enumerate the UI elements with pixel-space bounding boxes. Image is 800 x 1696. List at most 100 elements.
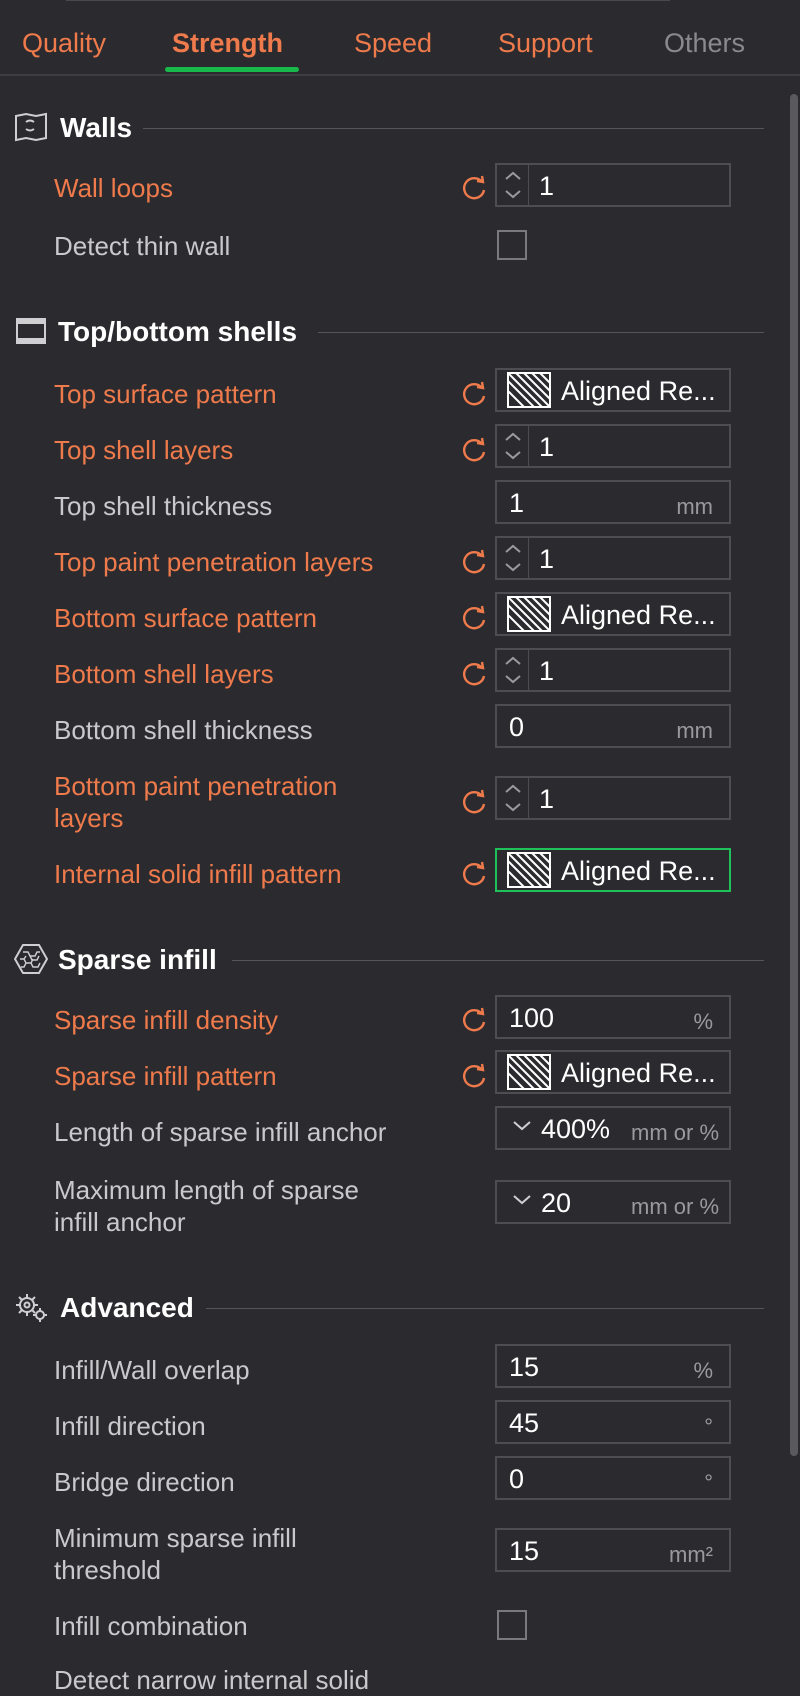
reset-icon[interactable] [458, 786, 490, 818]
field-value: 100 [509, 1003, 555, 1033]
field-value: 15 [509, 1536, 540, 1566]
field-unit: ° [704, 1470, 713, 1495]
internal-solid-infill-pattern-select[interactable]: Aligned Re... [495, 848, 731, 892]
field-value: 1 [539, 656, 555, 686]
setting-label-line2: threshold [54, 1555, 161, 1585]
top-paint-penetration-input[interactable]: 1 [495, 536, 731, 580]
field-value: 20 [541, 1188, 572, 1218]
tab-speed[interactable]: Speed [354, 28, 432, 59]
field-unit: mm or % [631, 1120, 719, 1145]
section-divider [206, 1308, 764, 1309]
setting-label: Infill direction [54, 1411, 206, 1441]
bottom-shell-thickness-input[interactable]: 0 mm [495, 704, 731, 748]
setting-label: Infill combination [54, 1611, 248, 1641]
setting-label: Top paint penetration layers [54, 547, 374, 577]
reset-icon[interactable] [458, 172, 490, 204]
reset-icon[interactable] [458, 434, 490, 466]
section-divider [318, 332, 764, 333]
field-unit: % [693, 1358, 713, 1383]
spin-arrows-icon[interactable] [497, 538, 529, 578]
field-unit: mm or % [631, 1194, 719, 1219]
infill-direction-input[interactable]: 45 ° [495, 1400, 731, 1444]
chevron-down-icon[interactable] [511, 1114, 533, 1136]
field-value: 400% [541, 1114, 611, 1144]
top-surface-pattern-select[interactable]: Aligned Re... [495, 368, 731, 412]
bottom-shell-layers-input[interactable]: 1 [495, 648, 731, 692]
bridge-direction-input[interactable]: 0 ° [495, 1456, 731, 1500]
section-top-bottom-shells: Top/bottom shells [0, 312, 770, 352]
field-value: 45 [509, 1408, 540, 1438]
setting-label: Bridge direction [54, 1467, 235, 1497]
active-tab-indicator [165, 67, 299, 72]
reset-icon[interactable] [458, 1004, 490, 1036]
top-shell-layers-input[interactable]: 1 [495, 424, 731, 468]
setting-label: Top shell thickness [54, 491, 273, 521]
min-sparse-infill-threshold-input[interactable]: 15 mm² [495, 1528, 731, 1572]
field-value: 1 [539, 784, 555, 814]
setting-label: Bottom shell thickness [54, 715, 313, 745]
shells-icon [16, 318, 46, 344]
tab-support[interactable]: Support [498, 28, 593, 59]
field-value: 15 [509, 1352, 540, 1382]
setting-label: Length of sparse infill anchor [54, 1117, 387, 1147]
section-sparse-infill: Sparse infill [0, 940, 770, 980]
setting-label: Sparse infill pattern [54, 1061, 277, 1091]
setting-label-line1: Minimum sparse infill [54, 1523, 297, 1553]
setting-label-line1: Bottom paint penetration [54, 771, 338, 801]
sparse-infill-density-input[interactable]: 100 % [495, 995, 731, 1039]
pattern-hatch-icon [507, 1054, 551, 1090]
bottom-paint-penetration-input[interactable]: 1 [495, 776, 731, 820]
tab-quality[interactable]: Quality [22, 28, 106, 59]
setting-label-line2: layers [54, 803, 124, 833]
section-title: Advanced [60, 1292, 194, 1323]
field-value: 1 [539, 171, 555, 201]
chevron-down-icon[interactable] [511, 1188, 533, 1210]
section-title: Sparse infill [58, 944, 217, 975]
section-divider [143, 128, 764, 129]
section-divider [232, 960, 764, 961]
setting-label-line2: infill anchor [54, 1207, 186, 1237]
setting-label: Infill/Wall overlap [54, 1355, 250, 1385]
tab-bar: Quality Strength Speed Support Others [0, 0, 800, 76]
reset-icon[interactable] [458, 1060, 490, 1092]
reset-icon[interactable] [458, 658, 490, 690]
setting-label: Detect narrow internal solid [54, 1665, 370, 1695]
detect-thin-wall-checkbox[interactable] [497, 230, 527, 260]
section-walls: Walls [0, 108, 770, 148]
spin-arrows-icon[interactable] [497, 426, 529, 466]
sparse-infill-anchor-combo[interactable]: 400% mm or % [495, 1106, 731, 1150]
section-advanced: Advanced [0, 1288, 770, 1328]
sparse-infill-anchor-max-combo[interactable]: 20 mm or % [495, 1180, 731, 1224]
field-value: Aligned Re... [561, 856, 716, 886]
field-value: 0 [509, 1464, 525, 1494]
reset-icon[interactable] [458, 602, 490, 634]
sparse-infill-pattern-select[interactable]: Aligned Re... [495, 1050, 731, 1094]
setting-label: Sparse infill density [54, 1005, 278, 1035]
infill-wall-overlap-input[interactable]: 15 % [495, 1344, 731, 1388]
field-unit: % [693, 1009, 713, 1034]
spin-arrows-icon[interactable] [497, 778, 529, 818]
top-shell-thickness-input[interactable]: 1 mm [495, 480, 731, 524]
field-value: Aligned Re... [561, 600, 716, 630]
spin-arrows-icon[interactable] [497, 650, 529, 690]
pattern-hatch-icon [507, 372, 551, 408]
setting-label: Internal solid infill pattern [54, 859, 342, 889]
reset-icon[interactable] [458, 546, 490, 578]
setting-label: Top shell layers [54, 435, 234, 465]
wall-loops-input[interactable]: 1 [495, 163, 731, 207]
field-value: 1 [509, 488, 525, 518]
reset-icon[interactable] [458, 378, 490, 410]
setting-label-line1: Maximum length of sparse [54, 1175, 359, 1205]
spin-arrows-icon[interactable] [497, 165, 529, 205]
tab-others[interactable]: Others [664, 28, 745, 59]
walls-icon [15, 112, 47, 142]
field-value: 1 [539, 544, 555, 574]
bottom-surface-pattern-select[interactable]: Aligned Re... [495, 592, 731, 636]
field-value: Aligned Re... [561, 376, 716, 406]
field-unit: ° [704, 1414, 713, 1439]
scrollbar[interactable] [790, 94, 798, 1456]
reset-icon[interactable] [458, 858, 490, 890]
tab-strength[interactable]: Strength [172, 28, 283, 59]
infill-combination-checkbox[interactable] [497, 1610, 527, 1640]
pattern-hatch-icon [507, 596, 551, 632]
